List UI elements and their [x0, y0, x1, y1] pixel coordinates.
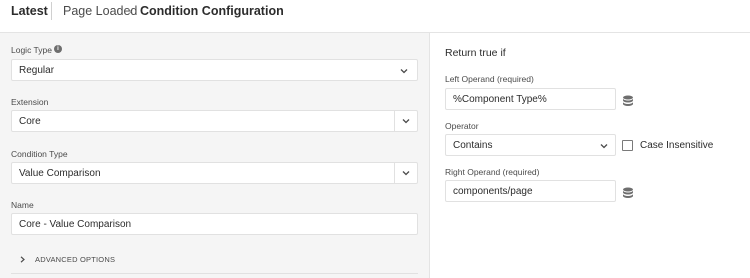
operator-label: Operator: [445, 121, 479, 131]
breadcrumb-page-loaded[interactable]: Page Loaded: [63, 4, 137, 18]
extension-select[interactable]: Core: [11, 110, 418, 132]
right-operand-value: components/page: [453, 186, 533, 197]
condition-type-dropdown-button[interactable]: [394, 162, 417, 184]
condition-type-select[interactable]: Value Comparison: [11, 162, 418, 184]
logic-type-value: Regular: [19, 65, 55, 76]
chevron-down-icon: [400, 67, 408, 75]
breadcrumb-separator: ›: [128, 4, 132, 18]
right-panel: Return true if Left Operand (required) %…: [431, 33, 750, 278]
chevron-down-icon: [402, 169, 410, 177]
return-true-if-heading: Return true if: [445, 47, 506, 59]
chevron-down-icon: [402, 117, 410, 125]
page-title: Condition Configuration: [140, 4, 284, 18]
chevron-right-icon: [19, 256, 26, 263]
case-insensitive-label: Case Insensitive: [640, 140, 714, 151]
logic-type-label: Logic Type: [11, 45, 52, 55]
chevron-down-icon: [600, 142, 608, 150]
right-operand-input[interactable]: components/page: [445, 180, 616, 202]
header-divider: [51, 2, 52, 20]
info-icon[interactable]: i: [54, 45, 62, 53]
top-bar: Latest Page Loaded › Condition Configura…: [0, 0, 750, 33]
name-label: Name: [11, 200, 34, 210]
extension-label: Extension: [11, 97, 49, 107]
section-divider: [11, 273, 418, 274]
extension-value: Core: [19, 116, 41, 127]
operator-value: Contains: [453, 140, 493, 151]
data-element-icon[interactable]: [622, 94, 634, 106]
condition-type-value: Value Comparison: [19, 168, 101, 179]
logic-type-select[interactable]: Regular: [11, 59, 418, 81]
case-insensitive-checkbox[interactable]: [622, 140, 633, 151]
left-panel: Logic Type i Regular Extension Core Cond…: [0, 33, 430, 278]
left-operand-label: Left Operand (required): [445, 74, 534, 84]
name-value: Core - Value Comparison: [19, 219, 132, 230]
extension-dropdown-button[interactable]: [394, 110, 417, 132]
left-operand-input[interactable]: %Component Type%: [445, 88, 616, 110]
data-element-icon[interactable]: [622, 186, 634, 198]
latest-label: Latest: [11, 4, 48, 18]
left-operand-value: %Component Type%: [453, 94, 547, 105]
operator-select[interactable]: Contains: [445, 134, 616, 156]
name-input[interactable]: Core - Value Comparison: [11, 213, 418, 235]
right-operand-label: Right Operand (required): [445, 167, 540, 177]
condition-type-label: Condition Type: [11, 149, 68, 159]
advanced-options-label: ADVANCED OPTIONS: [35, 255, 116, 264]
